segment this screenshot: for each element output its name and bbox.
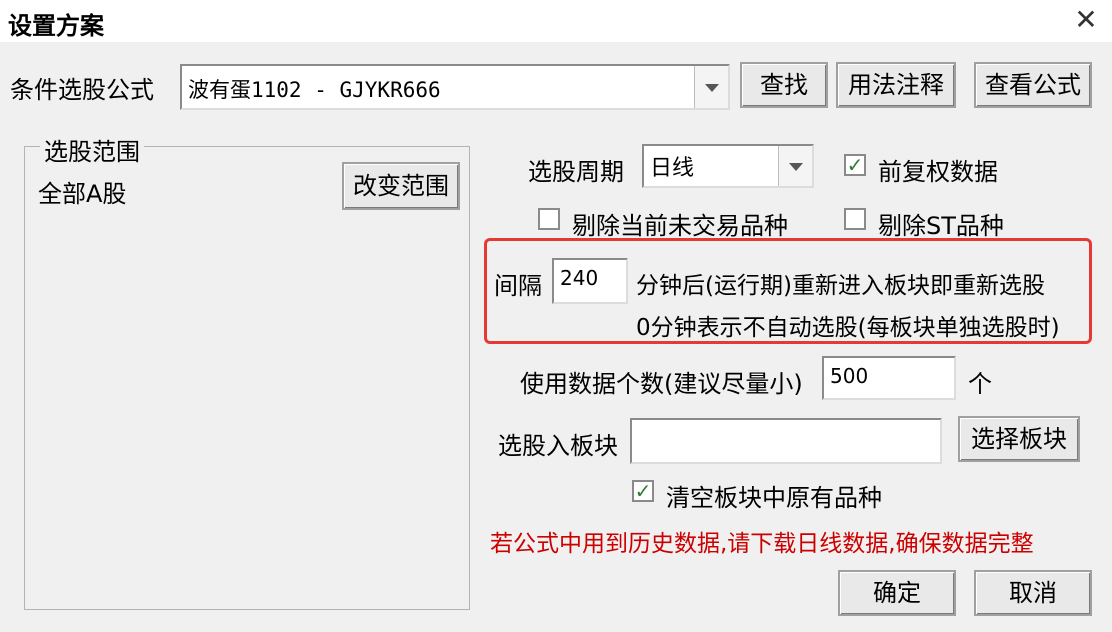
clear-block-label: 清空板块中原有品种 [666, 484, 882, 512]
stock-range-group [24, 146, 470, 610]
data-count-label: 使用数据个数(建议尽量小) [520, 370, 803, 398]
exclude-untraded-checkbox[interactable] [538, 208, 560, 230]
stock-range-title: 选股范围 [40, 132, 144, 167]
forward-adjust-checkbox[interactable]: ✓ [844, 154, 866, 176]
period-label: 选股周期 [528, 158, 624, 186]
exclude-st-checkbox[interactable] [844, 208, 866, 230]
interval-input[interactable]: 240 [552, 258, 628, 304]
clear-block-checkbox[interactable]: ✓ [632, 480, 654, 502]
find-button[interactable]: 查找 [740, 62, 828, 108]
window-title: 设置方案 [8, 12, 104, 40]
formula-value: 波有蛋1102 - GJYKR666 [188, 78, 441, 102]
cancel-button[interactable]: 取消 [974, 570, 1092, 616]
formula-select[interactable]: 波有蛋1102 - GJYKR666 [180, 64, 730, 110]
chevron-down-icon[interactable] [778, 146, 812, 186]
exclude-untraded-label: 剔除当前未交易品种 [572, 212, 788, 240]
select-block-button[interactable]: 选择板块 [958, 416, 1080, 462]
view-formula-button[interactable]: 查看公式 [974, 62, 1092, 108]
block-input[interactable] [630, 418, 942, 464]
stock-range-value: 全部A股 [38, 180, 127, 208]
period-select[interactable]: 日线 [642, 144, 814, 188]
change-range-button[interactable]: 改变范围 [342, 162, 460, 210]
data-count-unit: 个 [968, 370, 992, 398]
interval-note: 0分钟表示不自动选股(每板块单独选股时) [636, 315, 1060, 341]
ok-button[interactable]: 确定 [838, 570, 956, 616]
title-bar: 设置方案 ✕ [0, 0, 1112, 42]
usage-notes-button[interactable]: 用法注释 [836, 62, 956, 108]
data-count-input[interactable]: 500 [822, 356, 956, 400]
interval-value: 240 [560, 266, 599, 290]
exclude-st-label: 剔除ST品种 [878, 212, 1004, 240]
data-count-value: 500 [830, 364, 869, 388]
forward-adjust-label: 前复权数据 [878, 158, 998, 186]
history-data-warning: 若公式中用到历史数据,请下载日线数据,确保数据完整 [490, 531, 1034, 557]
chevron-down-icon[interactable] [694, 66, 728, 108]
close-icon[interactable]: ✕ [1070, 4, 1102, 36]
interval-label: 间隔 [494, 272, 542, 300]
block-label: 选股入板块 [498, 432, 618, 460]
interval-suffix: 分钟后(运行期)重新进入板块即重新选股 [636, 273, 1045, 299]
period-value: 日线 [650, 156, 695, 181]
formula-label: 条件选股公式 [10, 76, 154, 104]
